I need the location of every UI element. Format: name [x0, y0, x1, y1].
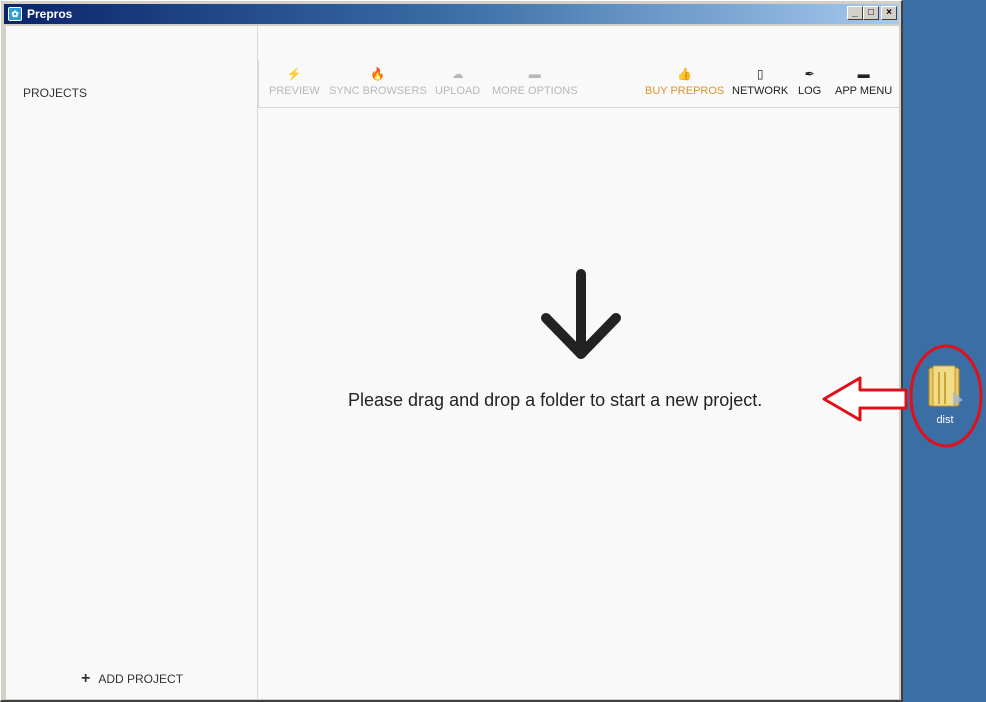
upload-label: UPLOAD [435, 85, 481, 97]
preview-label: PREVIEW [269, 85, 320, 97]
annotation-arrow-icon [822, 376, 908, 422]
maximize-icon: □ [867, 7, 875, 18]
projects-heading: PROJECTS [23, 86, 88, 100]
network-label: NETWORK [732, 85, 789, 97]
sidebar: PROJECTS + ADD PROJECT [6, 26, 258, 699]
prepros-window: ✿ Prepros _ □ × PROJECTS + ADD PROJECT ⚡… [0, 0, 903, 702]
prepros-app-icon: ✿ [8, 7, 22, 21]
flame-icon: 🔥 [370, 67, 386, 81]
more-options-label: MORE OPTIONS [492, 85, 578, 97]
network-button[interactable]: ▯ NETWORK [732, 65, 788, 97]
cloud-icon: ☁ [451, 67, 464, 81]
thumbs-up-icon: 👍 [677, 67, 693, 81]
folder-icon [928, 365, 963, 407]
log-label: LOG [798, 85, 822, 97]
title-bar[interactable]: ✿ Prepros _ □ × [4, 4, 899, 24]
app-menu-icon: ▬ [857, 67, 870, 81]
sync-browsers-label: SYNC BROWSERS [329, 85, 427, 97]
upload-button[interactable]: ☁ UPLOAD [435, 65, 480, 97]
log-button[interactable]: ✒ LOG [798, 65, 821, 97]
add-project-button[interactable]: + ADD PROJECT [81, 670, 183, 688]
window-controls: _ □ × [847, 6, 897, 20]
mobile-icon: ▯ [756, 67, 764, 81]
desktop-folder-dist[interactable]: dist [920, 362, 970, 442]
feather-icon: ✒ [804, 67, 815, 81]
plus-icon: + [81, 670, 91, 687]
minimize-button[interactable]: _ [847, 6, 863, 20]
folder-label: dist [936, 414, 954, 426]
menu-icon: ▬ [528, 67, 541, 81]
window-title: Prepros [27, 7, 73, 21]
down-arrow-icon [541, 269, 621, 359]
toolbar: ⚡ PREVIEW 🔥 SYNC BROWSERS ☁ UPLOAD ▬ MOR… [258, 61, 899, 108]
close-button[interactable]: × [881, 6, 897, 20]
buy-prepros-label: BUY PREPROS [645, 85, 725, 97]
maximize-button[interactable]: □ [863, 6, 879, 20]
buy-prepros-button[interactable]: 👍 BUY PREPROS [645, 65, 724, 97]
sync-browsers-button[interactable]: 🔥 SYNC BROWSERS [329, 65, 427, 97]
more-options-button[interactable]: ▬ MORE OPTIONS [492, 65, 578, 97]
bolt-icon: ⚡ [286, 67, 302, 81]
app-menu-button[interactable]: ▬ APP MENU [835, 65, 892, 97]
close-icon: × [886, 7, 892, 18]
minimize-icon: _ [852, 7, 858, 18]
preview-button[interactable]: ⚡ PREVIEW [269, 65, 320, 97]
app-client-area: PROJECTS + ADD PROJECT ⚡ PREVIEW 🔥 SYNC … [6, 26, 899, 699]
add-project-label: ADD PROJECT [98, 672, 184, 686]
app-menu-label: APP MENU [835, 85, 893, 97]
drop-folder-message: Please drag and drop a folder to start a… [348, 390, 763, 410]
